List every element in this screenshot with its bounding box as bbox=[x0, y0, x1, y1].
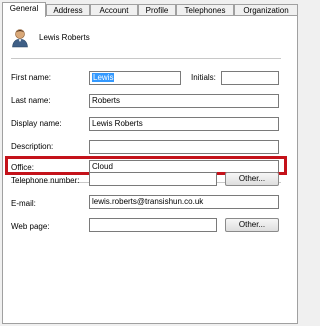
first-name-value: Lewis bbox=[92, 73, 115, 82]
tab-general[interactable]: General bbox=[2, 2, 46, 17]
general-panel: Lewis Roberts First name: Lewis Initials… bbox=[2, 15, 298, 324]
web-page-input[interactable] bbox=[89, 218, 217, 232]
email-label: E-mail: bbox=[11, 199, 36, 208]
web-page-other-button[interactable]: Other... bbox=[225, 218, 279, 232]
last-name-input[interactable]: Roberts bbox=[89, 94, 279, 108]
description-label: Description: bbox=[11, 142, 54, 151]
tab-strip: General Address Account Profile Telephon… bbox=[2, 2, 300, 17]
user-display-name: Lewis Roberts bbox=[39, 33, 90, 42]
description-input[interactable] bbox=[89, 140, 279, 154]
web-page-label: Web page: bbox=[11, 222, 50, 231]
telephone-input[interactable] bbox=[89, 172, 217, 186]
display-name-label: Display name: bbox=[11, 119, 62, 128]
display-name-input[interactable]: Lewis Roberts bbox=[89, 117, 279, 131]
separator bbox=[11, 58, 281, 59]
email-input[interactable]: lewis.roberts@transishun.co.uk bbox=[89, 195, 279, 209]
initials-input[interactable] bbox=[221, 71, 279, 85]
first-name-input[interactable]: Lewis bbox=[89, 71, 181, 85]
telephone-other-button[interactable]: Other... bbox=[225, 172, 279, 186]
user-icon bbox=[12, 29, 28, 48]
telephone-label: Telephone number: bbox=[11, 176, 80, 185]
last-name-label: Last name: bbox=[11, 96, 51, 105]
first-name-label: First name: bbox=[11, 73, 52, 82]
initials-label: Initials: bbox=[191, 73, 216, 82]
